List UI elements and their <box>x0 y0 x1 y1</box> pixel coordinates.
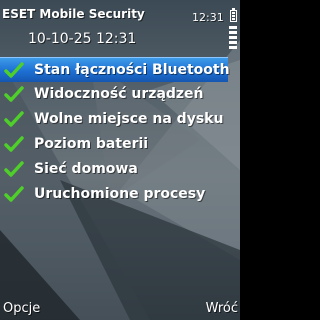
check-icon <box>4 161 24 177</box>
app-title: ESET Mobile Security <box>2 7 145 21</box>
list-item-label: Uruchomione procesy <box>34 186 206 202</box>
check-icon <box>4 86 24 102</box>
list-item[interactable]: Poziom baterii <box>0 132 228 157</box>
back-softkey[interactable]: Wróć <box>206 301 238 316</box>
list-item-label: Sieć domowa <box>34 161 138 177</box>
check-icon <box>4 136 24 152</box>
status-bar: ESET Mobile Security 12:31 10-10-25 12:3… <box>0 0 240 56</box>
list-item[interactable]: Uruchomione procesy <box>0 182 228 207</box>
list-item[interactable]: Wolne miejsce na dysku <box>0 107 228 132</box>
softkey-bar: Opcje Wróć <box>0 296 240 320</box>
list-item[interactable]: Stan łączności Bluetooth <box>0 57 230 82</box>
options-softkey[interactable]: Opcje <box>3 301 40 316</box>
list-item-label: Poziom baterii <box>34 136 149 152</box>
list-item-label: Widoczność urządzeń <box>34 86 204 102</box>
phone-screen: ESET Mobile Security 12:31 10-10-25 12:3… <box>0 0 240 320</box>
list-item[interactable]: Sieć domowa <box>0 157 228 182</box>
list-item-label: Wolne miejsce na dysku <box>34 111 224 127</box>
check-icon <box>4 186 24 202</box>
list-item-label: Stan łączności Bluetooth <box>34 62 230 78</box>
check-list: Stan łączności Bluetooth Widoczność urzą… <box>0 57 230 207</box>
signal-strength-icon <box>229 26 239 54</box>
list-item[interactable]: Widoczność urządzeń <box>0 82 228 107</box>
clock: 12:31 <box>192 11 224 24</box>
check-icon <box>4 62 24 78</box>
check-icon <box>4 111 24 127</box>
subtitle-datetime: 10-10-25 12:31 <box>28 31 137 47</box>
battery-icon <box>230 8 237 22</box>
